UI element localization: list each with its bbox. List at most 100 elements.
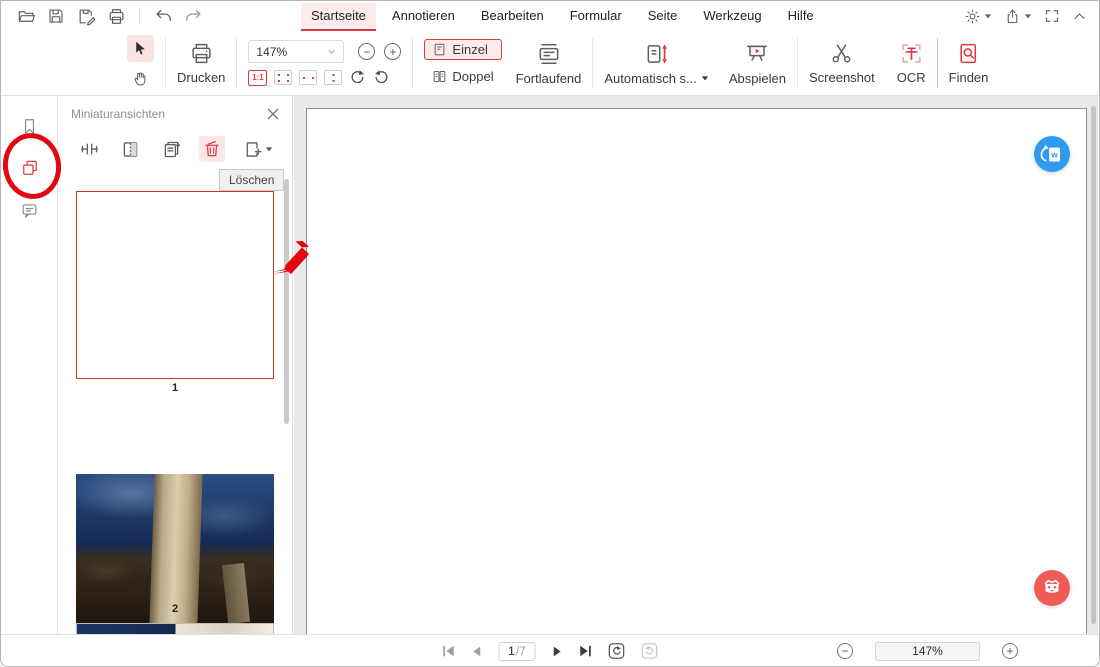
actual-size-button[interactable]: 1:1	[248, 70, 267, 86]
page-view-group: Einzel Doppel Fortlaufend	[424, 39, 581, 87]
chevron-down-icon	[327, 47, 336, 56]
page-number-input[interactable]: 1/7	[499, 642, 536, 661]
print-group[interactable]: Drucken	[177, 41, 225, 85]
ribbon-separator	[236, 38, 237, 88]
ai-assistant-button[interactable]	[1034, 570, 1070, 606]
next-page-button[interactable]	[551, 645, 564, 658]
tab-annotieren[interactable]: Annotieren	[382, 3, 465, 31]
continuous-view-button[interactable]: Fortlaufend	[516, 41, 582, 86]
print-label: Drucken	[177, 70, 225, 85]
delete-page-button[interactable]	[199, 136, 225, 162]
zoom-level-value: 147%	[912, 644, 943, 658]
menubar: Startseite Annotieren Bearbeiten Formula…	[1, 1, 1099, 31]
find-group[interactable]: Finden	[949, 41, 989, 85]
convert-to-word-button[interactable]: w	[1034, 136, 1070, 172]
fit-width-button[interactable]	[299, 70, 317, 85]
pdf-editor-window: Startseite Annotieren Bearbeiten Formula…	[0, 0, 1100, 667]
trash-icon	[202, 139, 222, 159]
svg-text:w: w	[1050, 150, 1058, 160]
play-presentation-button[interactable]: Abspielen	[729, 41, 786, 86]
redo-button[interactable]	[182, 5, 204, 27]
robot-assistant-icon	[1034, 570, 1070, 606]
first-page-icon	[442, 644, 456, 658]
tab-hilfe[interactable]: Hilfe	[778, 3, 824, 31]
thumbnails-panel-title: Miniaturansichten	[71, 107, 165, 121]
chevron-down-icon	[701, 74, 709, 82]
capture-group: Screenshot OCR	[809, 41, 926, 85]
chevron-up-icon	[1072, 9, 1087, 24]
page-thumbnails-icon	[20, 158, 40, 178]
extract-pages-icon	[161, 139, 182, 160]
theme-button[interactable]	[964, 8, 992, 25]
last-page-button[interactable]	[579, 644, 593, 658]
split-page-button[interactable]	[117, 136, 143, 162]
save-icon	[47, 7, 65, 25]
ocr-button[interactable]: OCR	[897, 41, 926, 85]
rotate-clockwise-icon[interactable]	[349, 69, 366, 86]
tab-startseite[interactable]: Startseite	[301, 3, 376, 31]
presentation-play-icon	[744, 41, 770, 67]
zoom-select[interactable]: 147%	[248, 40, 344, 63]
close-panel-button[interactable]	[267, 108, 279, 120]
add-page-button[interactable]	[240, 136, 274, 162]
zoom-out-button[interactable]: −	[358, 43, 375, 60]
quick-print-button[interactable]	[105, 5, 127, 27]
page-current: 1	[508, 644, 515, 658]
first-page-button[interactable]	[442, 644, 456, 658]
rotate-counterclockwise-icon[interactable]	[373, 69, 390, 86]
single-page-label: Einzel	[452, 42, 487, 57]
ribbon-separator	[592, 38, 593, 88]
open-file-button[interactable]	[15, 5, 37, 27]
select-tool-button[interactable]	[127, 35, 154, 62]
tab-formular[interactable]: Formular	[560, 3, 632, 31]
previous-view-button[interactable]	[608, 642, 626, 660]
tab-werkzeug[interactable]: Werkzeug	[693, 3, 771, 31]
split-page-icon	[120, 139, 141, 160]
thumbnails-panel: Miniaturansichten	[58, 96, 293, 634]
thumbnail-page-1[interactable]	[76, 191, 274, 379]
previous-page-button[interactable]	[471, 645, 484, 658]
undo-icon	[154, 7, 173, 26]
tab-seite[interactable]: Seite	[638, 3, 688, 31]
last-page-icon	[579, 644, 593, 658]
close-icon	[267, 108, 279, 120]
save-button[interactable]	[45, 5, 67, 27]
ribbon-separator	[165, 38, 166, 88]
single-page-view-button[interactable]: Einzel	[424, 39, 501, 60]
next-view-button[interactable]	[641, 642, 659, 660]
share-button[interactable]	[1004, 8, 1032, 25]
extract-pages-button[interactable]	[158, 136, 184, 162]
zoom-in-button[interactable]: +	[384, 43, 401, 60]
hand-tool-button[interactable]	[127, 65, 154, 92]
zoom-level-display[interactable]: 147%	[875, 642, 980, 661]
next-page-icon	[551, 645, 564, 658]
zoom-out-button[interactable]: −	[837, 643, 853, 659]
double-page-view-button[interactable]: Doppel	[424, 66, 501, 87]
convert-to-word-icon: w	[1034, 136, 1070, 172]
next-view-icon	[641, 642, 659, 660]
document-page[interactable]	[306, 108, 1087, 634]
printer-icon	[189, 41, 214, 66]
scissors-icon	[829, 41, 854, 66]
fit-page-button[interactable]	[274, 70, 292, 85]
comments-panel-button[interactable]	[1, 192, 58, 228]
bookmarks-panel-button[interactable]	[1, 108, 58, 144]
undo-button[interactable]	[152, 5, 174, 27]
collapse-ribbon-button[interactable]	[1072, 9, 1087, 24]
fit-height-button[interactable]	[324, 70, 342, 85]
thumbnails-panel-button[interactable]	[1, 150, 58, 186]
auto-scroll-button[interactable]: Automatisch s...	[604, 41, 708, 86]
fullscreen-button[interactable]	[1044, 8, 1060, 24]
zoom-in-button[interactable]: +	[1002, 643, 1018, 659]
double-page-icon	[432, 69, 447, 84]
save-as-button[interactable]	[75, 5, 97, 27]
screenshot-button[interactable]: Screenshot	[809, 41, 875, 85]
scroll-play-group: Automatisch s... Abspielen	[604, 41, 786, 86]
chevron-down-icon	[984, 12, 992, 20]
tab-bearbeiten[interactable]: Bearbeiten	[471, 3, 554, 31]
thumbnails-scrollbar[interactable]	[284, 179, 289, 424]
document-scrollbar[interactable]	[1091, 106, 1096, 624]
page-total: /7	[516, 644, 526, 658]
save-as-icon	[77, 7, 96, 26]
insert-pages-button[interactable]	[76, 136, 102, 162]
